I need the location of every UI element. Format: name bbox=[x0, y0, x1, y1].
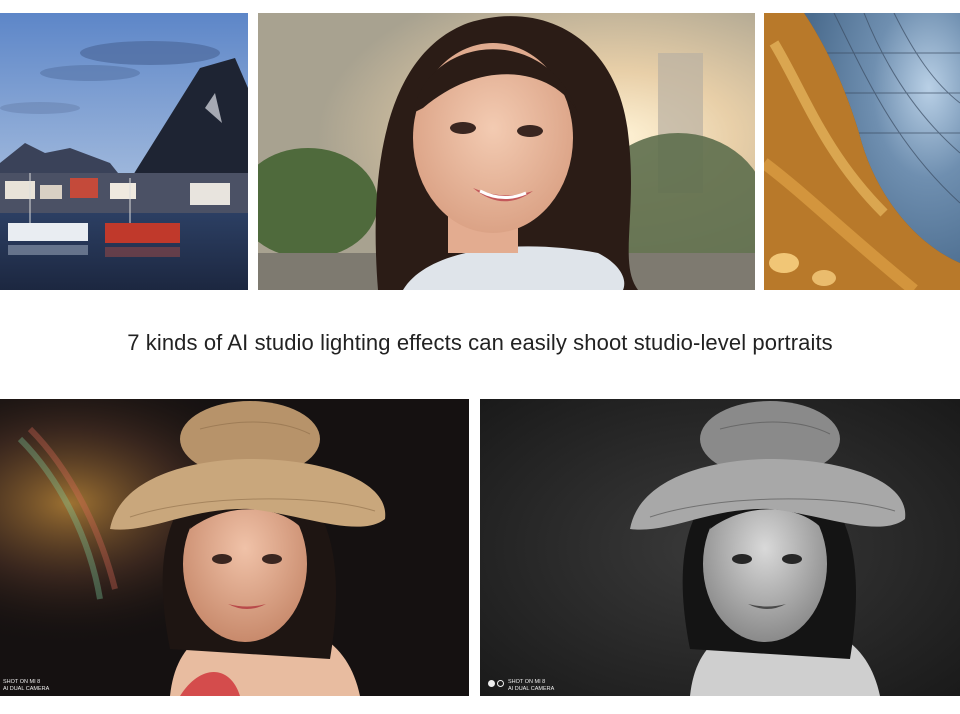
watermark-line-2: AI DUAL CAMERA bbox=[508, 686, 555, 692]
glass-dome-photo bbox=[764, 13, 960, 290]
lens-dot-outline-icon bbox=[497, 680, 504, 687]
sunset-portrait-photo bbox=[258, 13, 755, 290]
lens-dot-filled-icon bbox=[488, 680, 495, 687]
monochrome-portrait-photo: SHOT ON MI 8 AI DUAL CAMERA bbox=[480, 399, 960, 696]
color-portrait-photo: SHOT ON MI 8 AI DUAL CAMERA bbox=[0, 399, 469, 696]
watermark-line-1: SHOT ON MI 8 bbox=[3, 679, 41, 685]
caption-text: 7 kinds of AI studio lighting effects ca… bbox=[127, 330, 833, 355]
harbor-photo bbox=[0, 13, 248, 290]
camera-lens-icon bbox=[488, 680, 504, 687]
watermark-line-2: AI DUAL CAMERA bbox=[3, 686, 50, 692]
watermark-line-1: SHOT ON MI 8 bbox=[508, 679, 546, 685]
